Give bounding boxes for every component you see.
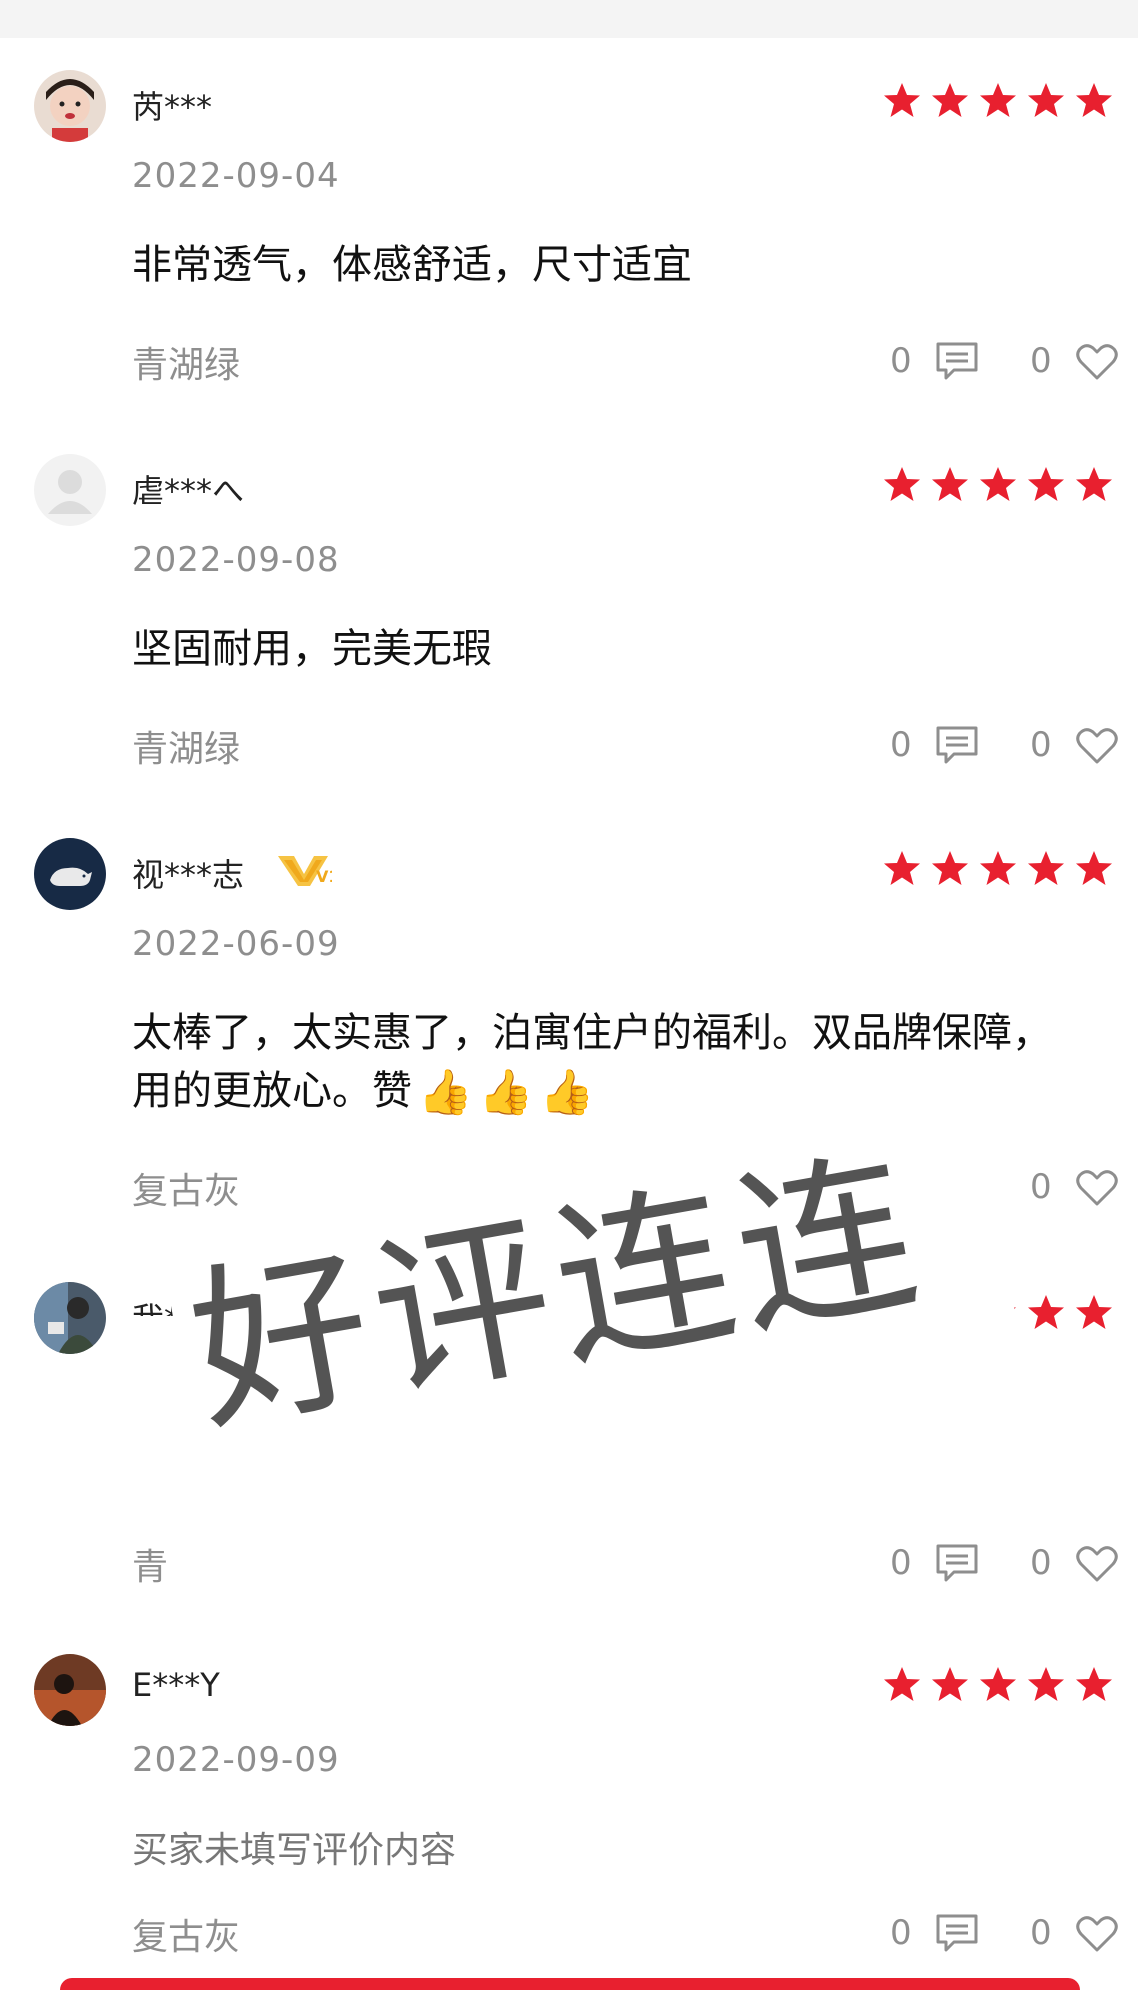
- star-icon: [1076, 1295, 1112, 1329]
- review-date: 2022-09-08: [132, 540, 340, 580]
- comment-icon[interactable]: [934, 1542, 980, 1584]
- avatar[interactable]: [34, 1282, 106, 1354]
- rating-stars: [878, 80, 1118, 120]
- review-actions: 0 0: [890, 1908, 1120, 1958]
- star-icon: [1028, 83, 1064, 117]
- review-content: 非常透气，体感舒适，尺寸适宜: [132, 242, 692, 288]
- star-icon: [980, 83, 1016, 117]
- star-icon: [1028, 851, 1064, 885]
- thumbs-up-emoji: 👍: [418, 1067, 473, 1118]
- comment-count: 0: [890, 341, 912, 381]
- watermark-backdrop: [132, 1316, 222, 1546]
- star-icon: [884, 1667, 920, 1701]
- vip-badge-icon: V1: [278, 856, 332, 886]
- like-count: 0: [1030, 1543, 1052, 1583]
- star-icon: [932, 851, 968, 885]
- avatar[interactable]: [34, 1654, 106, 1726]
- bottom-action-bar[interactable]: [60, 1978, 1080, 1990]
- sku-label: 青湖绿: [132, 345, 241, 386]
- comment-icon[interactable]: [934, 1912, 980, 1954]
- star-icon: [1076, 1667, 1112, 1701]
- reviewer-name: E***Y: [132, 1666, 220, 1704]
- reviewer-name: 视***志: [132, 856, 245, 894]
- star-icon: [1028, 467, 1064, 501]
- rating-stars: [878, 1664, 1118, 1704]
- heart-icon[interactable]: [1074, 724, 1120, 766]
- comment-icon[interactable]: [934, 724, 980, 766]
- heart-icon[interactable]: [1074, 1166, 1120, 1208]
- review-content: 坚固耐用，完美无瑕: [132, 626, 492, 672]
- svg-text:V1: V1: [316, 867, 332, 886]
- comment-icon[interactable]: [934, 340, 980, 382]
- heart-icon[interactable]: [1074, 1542, 1120, 1584]
- star-icon: [1028, 1667, 1064, 1701]
- star-icon: [1076, 467, 1112, 501]
- review-date: 2022-06-09: [132, 924, 340, 964]
- sku-label: 复古灰: [132, 1917, 241, 1958]
- star-icon: [932, 467, 968, 501]
- review-content: 买家未填写评价内容: [132, 1830, 457, 1871]
- sku-label: 复古灰: [132, 1171, 241, 1212]
- avatar[interactable]: [34, 838, 106, 910]
- star-icon: [884, 83, 920, 117]
- star-icon: [980, 467, 1016, 501]
- comment-count: 0: [890, 725, 912, 765]
- review-date: 2022-09-04: [132, 156, 340, 196]
- star-icon: [884, 851, 920, 885]
- star-icon: [980, 1667, 1016, 1701]
- reviewer-name: 芮***: [132, 88, 213, 126]
- comment-count: 0: [890, 1913, 912, 1953]
- like-count: 0: [1030, 341, 1052, 381]
- reviewer-name: 虐***へ: [132, 472, 245, 510]
- like-count: 0: [1030, 725, 1052, 765]
- star-icon: [1076, 83, 1112, 117]
- rating-stars: [878, 848, 1118, 888]
- like-count: 0: [1030, 1167, 1052, 1207]
- review-actions: 0 0: [890, 336, 1120, 386]
- heart-icon[interactable]: [1074, 340, 1120, 382]
- star-icon: [932, 83, 968, 117]
- top-divider-bar: [0, 0, 1138, 38]
- avatar[interactable]: [34, 454, 106, 526]
- like-count: 0: [1030, 1913, 1052, 1953]
- heart-icon[interactable]: [1074, 1912, 1120, 1954]
- rating-stars: [878, 464, 1118, 504]
- watermark-backdrop: [170, 1155, 1028, 1527]
- thumbs-up-emoji: 👍: [539, 1067, 595, 1118]
- thumbs-up-emoji: 👍: [478, 1067, 534, 1118]
- review-actions: 0 0: [890, 1538, 1120, 1588]
- star-icon: [980, 851, 1016, 885]
- star-icon: [884, 467, 920, 501]
- star-icon: [932, 1667, 968, 1701]
- star-icon: [1076, 851, 1112, 885]
- avatar[interactable]: [34, 70, 106, 142]
- comment-count: 0: [890, 1543, 912, 1583]
- review-date: 2022-09-09: [132, 1740, 340, 1780]
- sku-label: 青湖绿: [132, 729, 241, 770]
- review-content: 太棒了，太实惠了，泊寓住户的福利。双品牌保障，用的更放心。赞 👍 👍 👍: [132, 1004, 1052, 1122]
- review-actions: 0 0: [890, 720, 1120, 770]
- star-icon: [1028, 1295, 1064, 1329]
